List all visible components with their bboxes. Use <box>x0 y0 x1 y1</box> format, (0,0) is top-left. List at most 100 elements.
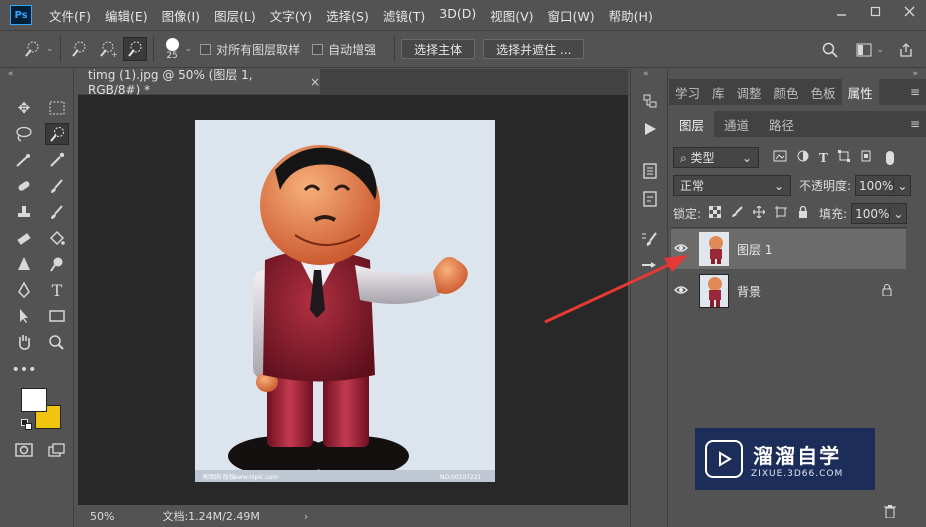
marquee-tool-icon[interactable] <box>45 97 69 119</box>
menu-window[interactable]: 窗口(W) <box>548 6 595 25</box>
tab-libraries[interactable]: 库 <box>706 79 731 105</box>
eyedropper-tool-icon[interactable] <box>45 149 69 171</box>
pen-tool-icon[interactable] <box>12 279 36 301</box>
canvas-area[interactable]: 昵图网·版权 www.nipic.com NO.00107221 <box>78 95 628 505</box>
quick-mask-icon[interactable] <box>12 439 36 461</box>
tab-swatches[interactable]: 色板 <box>805 79 842 105</box>
new-selection-brush-icon[interactable] <box>67 37 91 61</box>
sample-all-layers-option[interactable]: 对所有图层取样 <box>200 41 300 58</box>
path-selection-tool-icon[interactable] <box>12 305 36 327</box>
lock-artboard-icon[interactable] <box>775 206 788 221</box>
adjustment-filter-icon[interactable] <box>797 150 809 165</box>
lock-all-icon[interactable] <box>797 205 809 221</box>
zoom-level[interactable]: 50% <box>90 510 114 523</box>
close-icon[interactable] <box>892 0 926 22</box>
eraser-tool-icon[interactable] <box>12 227 36 249</box>
type-tool-icon[interactable]: T <box>45 279 69 301</box>
info-panel-icon[interactable] <box>639 161 661 181</box>
smart-object-filter-icon[interactable] <box>860 150 872 165</box>
add-to-selection-brush-icon[interactable]: + <box>95 37 119 61</box>
menu-select[interactable]: 选择(S) <box>326 6 369 25</box>
menu-type[interactable]: 文字(Y) <box>270 6 312 25</box>
panel-menu-icon[interactable]: ≡ <box>910 79 920 105</box>
layer-name[interactable]: 图层 1 <box>737 241 772 258</box>
menu-file[interactable]: 文件(F) <box>49 6 91 25</box>
history-brush-tool-icon[interactable] <box>45 201 69 223</box>
preset-chevron-down-icon[interactable]: ⌄ <box>46 44 54 54</box>
quick-selection-tool-icon[interactable] <box>45 123 69 145</box>
fill-input[interactable]: 100% ⌄ <box>851 203 908 224</box>
history-panel-icon[interactable] <box>639 91 661 111</box>
menu-view[interactable]: 视图(V) <box>490 6 533 25</box>
sample-all-layers-checkbox[interactable] <box>200 43 212 55</box>
select-and-mask-button[interactable]: 选择并遮住 ... <box>483 39 585 59</box>
tab-adjustments[interactable]: 调整 <box>731 79 768 105</box>
actions-play-icon[interactable] <box>639 119 661 139</box>
brush-tool-icon[interactable] <box>45 175 69 197</box>
layer-kind-filter[interactable]: ⌕ 类型 ⌄ <box>673 147 759 168</box>
layer-visibility-eye-icon[interactable] <box>671 284 691 298</box>
maximize-icon[interactable] <box>858 0 892 22</box>
blend-mode-select[interactable]: 正常 ⌄ <box>673 175 791 196</box>
workspace-icon[interactable] <box>852 38 876 62</box>
type-filter-icon[interactable]: T <box>819 151 828 165</box>
close-document-icon[interactable]: × <box>310 75 320 89</box>
filter-toggle-switch[interactable] <box>885 150 894 165</box>
screen-mode-icon[interactable] <box>45 439 69 461</box>
quick-select-tool-preset-icon[interactable] <box>20 37 44 61</box>
status-menu-chevron-icon[interactable]: › <box>304 510 308 523</box>
clone-stamp-tool-icon[interactable] <box>12 201 36 223</box>
workspace-chevron-down-icon[interactable]: ⌄ <box>876 45 884 55</box>
zoom-tool-icon[interactable] <box>45 331 69 353</box>
tab-channels[interactable]: 通道 <box>714 111 759 137</box>
menu-edit[interactable]: 编辑(E) <box>105 6 148 25</box>
menu-help[interactable]: 帮助(H) <box>609 6 653 25</box>
paint-bucket-tool-icon[interactable] <box>45 227 69 249</box>
tab-color[interactable]: 颜色 <box>768 79 805 105</box>
rectangle-tool-icon[interactable] <box>45 305 69 327</box>
menu-filter[interactable]: 滤镜(T) <box>383 6 425 25</box>
dodge-tool-icon[interactable] <box>45 253 69 275</box>
more-tools-icon[interactable]: ••• <box>12 359 37 381</box>
blur-tool-icon[interactable] <box>12 253 36 275</box>
menu-image[interactable]: 图像(I) <box>162 6 200 25</box>
properties-panel-icon[interactable] <box>639 189 661 209</box>
lock-position-move-icon[interactable] <box>752 205 766 221</box>
brush-settings-icon[interactable] <box>639 229 661 249</box>
lock-transparent-icon[interactable] <box>708 205 722 221</box>
auto-enhance-option[interactable]: 自动增强 <box>312 41 376 58</box>
layer-name[interactable]: 背景 <box>737 283 761 300</box>
pixel-filter-icon[interactable] <box>773 150 787 165</box>
layers-menu-icon[interactable]: ≡ <box>910 111 920 137</box>
tab-paths[interactable]: 路径 <box>759 111 804 137</box>
collapse-toolbar-icon[interactable]: « <box>8 69 14 79</box>
select-subject-button[interactable]: 选择主体 <box>401 39 476 59</box>
search-icon[interactable] <box>818 38 842 62</box>
collapse-panels-icon[interactable]: » <box>912 69 918 79</box>
shape-filter-icon[interactable] <box>837 150 850 165</box>
layer-row-background[interactable]: 背景 <box>671 271 906 311</box>
opacity-input[interactable]: 100% ⌄ <box>855 175 912 196</box>
tab-learn[interactable]: 学习 <box>669 79 706 105</box>
layer-row-1[interactable]: 图层 1 <box>671 229 906 269</box>
document-tab[interactable]: timg (1).jpg @ 50% (图层 1, RGB/8#) * × <box>78 68 320 97</box>
brush-size-picker[interactable]: 25 <box>165 37 179 61</box>
foreground-color-swatch[interactable] <box>21 388 47 412</box>
lock-pixels-brush-icon[interactable] <box>731 206 743 221</box>
crop-tool-icon[interactable] <box>12 149 36 171</box>
subtract-from-selection-brush-icon[interactable] <box>122 37 147 61</box>
tab-layers[interactable]: 图层 <box>669 111 715 137</box>
hand-tool-icon[interactable] <box>12 331 36 353</box>
brush-chevron-down-icon[interactable]: ⌄ <box>185 44 193 54</box>
healing-brush-tool-icon[interactable] <box>12 175 36 197</box>
menu-layer[interactable]: 图层(L) <box>214 6 256 25</box>
minimize-icon[interactable] <box>824 0 858 22</box>
move-tool-icon[interactable]: ✥ <box>12 97 36 119</box>
share-icon[interactable] <box>894 38 918 62</box>
menu-3d[interactable]: 3D(D) <box>439 6 476 25</box>
clone-source-icon[interactable] <box>639 255 661 275</box>
layer-visibility-eye-icon[interactable] <box>671 242 691 256</box>
delete-layer-trash-icon[interactable] <box>884 505 896 521</box>
tab-properties[interactable]: 属性 <box>841 79 879 105</box>
auto-enhance-checkbox[interactable] <box>312 43 324 55</box>
